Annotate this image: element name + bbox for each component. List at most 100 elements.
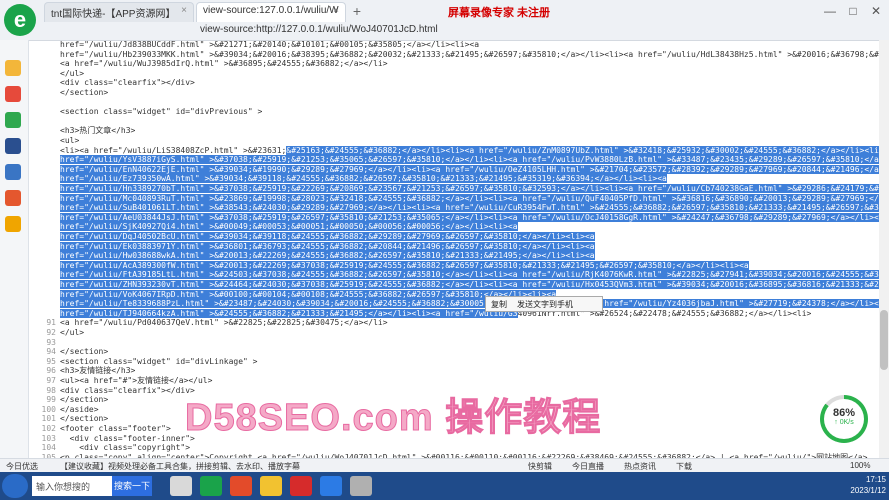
source-line[interactable]: href="/wuliu/SuB401061LT.html" >&#38543;… (60, 203, 880, 213)
taskbar-app-icon[interactable] (320, 476, 342, 496)
source-line[interactable]: href="/wuliu/Ez739350wA.html" >&#39034;&… (60, 174, 880, 184)
zoom-level[interactable]: 100% (850, 461, 870, 470)
close-icon[interactable]: × (181, 5, 187, 16)
favorites-icon[interactable] (5, 60, 21, 76)
taskbar-search-input[interactable]: 输入你想搜的 (32, 476, 112, 496)
source-line[interactable]: <a href="/wuliu/WuJ3985dIrQ.html" >&#368… (60, 59, 880, 69)
source-line[interactable]: href="/wuliu/Mc040893RuT.html" >&#23869;… (60, 193, 880, 204)
source-text: <footer class="footer"> (60, 424, 171, 433)
status-item-download[interactable]: 下载 (676, 461, 692, 472)
source-line[interactable]: </section> (60, 347, 880, 357)
source-line[interactable]: href="/wuliu/DqJ40502BcU.html" >&#39034;… (60, 232, 880, 242)
line-number: 103 (41, 433, 56, 443)
send-to-phone-menu-item[interactable]: 发送文字到手机 (512, 299, 578, 310)
line-number: 99 (46, 395, 56, 405)
source-line[interactable]: <section class="widget" id="divPrevious"… (60, 107, 880, 117)
selected-text: href="/wuliu/Hn3389270bT.html" >&#37038;… (60, 184, 880, 193)
source-line[interactable]: href="/wuliu/TJ940664kzA.html" >&#24555;… (60, 308, 880, 319)
source-text: <ul><a href="#">友情链接</a></ul> (60, 376, 213, 385)
line-number: 98 (46, 385, 56, 395)
close-window-button[interactable]: ✕ (866, 4, 886, 20)
browser-logo-icon[interactable]: e (4, 4, 36, 36)
taskbar-app-icon[interactable] (290, 476, 312, 496)
taskbar-folder-icon[interactable] (260, 476, 282, 496)
taskbar-app-icon[interactable] (230, 476, 252, 496)
selected-text: href="/wuliu/FtA39185LtL.html" >&#24503;… (60, 270, 880, 280)
source-line[interactable]: </section> (60, 88, 880, 98)
source-line[interactable]: <a href="/wuliu/Pd040637QeV.html" >&#228… (60, 318, 880, 328)
source-line[interactable]: <ul> (60, 136, 880, 146)
tab-view-source[interactable]: × view-source:127.0.0.1/wuliu/W (196, 2, 346, 22)
source-line[interactable]: <section class="widget" id="divLinkage" … (60, 357, 880, 367)
taskbar-app-icon[interactable] (170, 476, 192, 496)
source-text: <ul> (60, 136, 80, 145)
start-button[interactable] (2, 474, 28, 498)
new-tab-button[interactable]: + (348, 3, 366, 21)
source-line[interactable]: href="/wuliu/Hn3389270bT.html" >&#37038;… (60, 184, 880, 194)
source-text: <a href="/wuliu/Pd040637QeV.html" >&#228… (60, 318, 388, 328)
news-ticker[interactable]: 【建议收藏】视频处理必备工具合集，拼接剪辑、去水印、播放字幕 (60, 461, 300, 472)
source-line[interactable]: </ul> (60, 69, 880, 79)
context-menu: 复制 发送文字到手机 (485, 296, 603, 312)
vertical-scrollbar[interactable] (879, 40, 889, 458)
today-picks-link[interactable]: 今日优选 (6, 461, 38, 472)
source-line[interactable]: href="/wuliu/VoK4067IRpD.html" >&#00100;… (60, 289, 880, 300)
source-line[interactable]: href="/wuliu/SjK40927Qi4.html" >&#00049;… (60, 222, 880, 232)
mail-icon[interactable] (5, 164, 21, 180)
line-number: 92 (46, 328, 56, 337)
source-line[interactable]: href="/wuliu/FtA39185LtL.html" >&#24503;… (60, 270, 880, 280)
taskbar-browser-icon[interactable] (200, 476, 222, 496)
source-line[interactable]: href="/wuliu/AeU03844JsJ.html" >&#37038;… (60, 212, 880, 223)
weibo-icon[interactable] (5, 86, 21, 102)
source-line[interactable]: href="/wuliu/AcA389300fW.html" >&#20013;… (60, 260, 880, 271)
source-text: </section> (60, 88, 109, 97)
selected-text: href="/wuliu/YsV3887iGyS.html" >&#37038;… (60, 155, 880, 165)
minimize-button[interactable]: — (820, 4, 840, 20)
selected-text: href="/wuliu/Hw038688wkA.html" >&#20013;… (60, 251, 595, 261)
browser-statusbar: 今日优选 【建议收藏】视频处理必备工具合集，拼接剪辑、去水印、播放字幕 快剪辑 … (0, 458, 889, 473)
source-text: <section class="widget" id="divLinkage" … (60, 356, 258, 366)
line-number: 96 (46, 366, 56, 376)
selected-text: href="/wuliu/Mc040893RuT.html" >&#23869;… (60, 193, 880, 203)
line-number: 101 (41, 414, 56, 424)
source-line[interactable]: <div class="clearfix"></div> (60, 78, 880, 88)
source-line[interactable]: href="/wuliu/Jd838BUCddF.html" >&#21271;… (60, 40, 880, 50)
source-line[interactable]: <h3>热门文章</h3> (60, 126, 880, 136)
source-line[interactable]: <li><a href="/wuliu/LiS38408ZcP.html" >&… (60, 145, 880, 156)
tab-app-resource[interactable]: × tnt国际快递-【APP资源网】 (44, 2, 194, 22)
source-text: <div class="copyright"> (60, 443, 191, 453)
source-line[interactable]: href="/wuliu/Te8339688PzL.html" >&#23487… (60, 299, 880, 309)
selected-text: href="/wuliu/VoK4067IRpD.html" >&#00100;… (60, 289, 557, 299)
maximize-button[interactable]: □ (843, 4, 863, 20)
source-line[interactable]: <ul><a href="#">友情链接</a></ul> (60, 376, 880, 386)
address-bar[interactable]: view-source:http://127.0.0.1/wuliu/WoJ40… (200, 24, 620, 38)
line-number: 97 (46, 376, 56, 385)
status-item-clip[interactable]: 快剪辑 (528, 461, 552, 472)
source-line[interactable]: <h3>友情链接</h3> (60, 366, 880, 376)
taskbar-search-button[interactable]: 搜索一下 (112, 476, 152, 496)
source-text: <div class="clearfix"></div> (60, 385, 195, 395)
scrollbar-thumb[interactable] (880, 310, 888, 370)
source-line[interactable]: href="/wuliu/Hb239033MKK.html" >&#39034;… (60, 50, 880, 60)
taskbar-app-icon[interactable] (350, 476, 372, 496)
status-item-live[interactable]: 今日直播 (572, 461, 604, 472)
status-item-news[interactable]: 热点资讯 (624, 461, 656, 472)
source-line[interactable]: </ul> (60, 328, 880, 338)
source-line[interactable]: href="/wuliu/YsV3887iGyS.html" >&#37038;… (60, 155, 880, 165)
gauge-readout: 86% ↑ 0K/s (824, 399, 864, 439)
selected-text: href="/wuliu/AcA389300fW.html" >&#20013;… (60, 260, 749, 270)
app-icon[interactable] (5, 138, 21, 154)
source-line[interactable]: href="/wuliu/Ek03883971Y.html" >&#36801;… (60, 241, 880, 252)
source-line[interactable]: href="/wuliu/ZHN393230vT.html" >&#24464;… (60, 280, 880, 290)
selected-text: href="/wuliu/SjK40927Qi4.html" >&#00049;… (60, 222, 518, 232)
source-line[interactable]: href="/wuliu/EnN40622EjE.html" >&#39034;… (60, 164, 880, 175)
message-icon[interactable] (5, 112, 21, 128)
selected-text: href="/wuliu/SuB401061LT.html" >&#38543;… (60, 203, 880, 213)
shopping-icon[interactable] (5, 216, 21, 232)
selected-text: href="/wuliu/DqJ40502BcU.html" >&#39034;… (60, 232, 595, 241)
gauge-percent: 86% (832, 407, 856, 419)
source-line[interactable]: href="/wuliu/Hw038688wkA.html" >&#20013;… (60, 251, 880, 261)
copy-menu-item[interactable]: 复制 (486, 299, 512, 310)
game-icon[interactable] (5, 190, 21, 206)
source-line[interactable]: <div class="copyright"> (60, 443, 880, 453)
